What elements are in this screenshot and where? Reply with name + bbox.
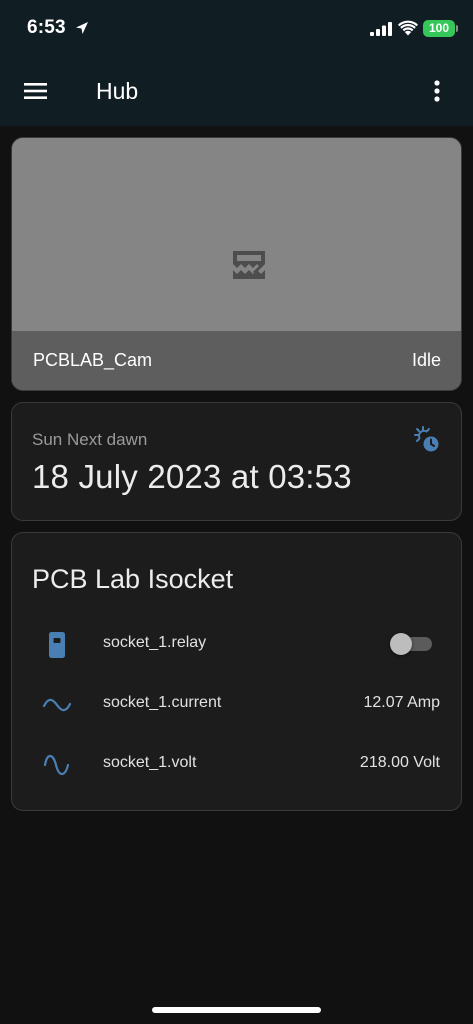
entity-row-volt[interactable]: socket_1.volt 218.00 Volt — [12, 738, 461, 790]
cellular-signal-icon — [370, 22, 392, 36]
page-title: Hub — [96, 78, 139, 104]
relay-toggle[interactable] — [390, 633, 434, 655]
entity-name: socket_1.current — [103, 694, 222, 711]
sun-next-dawn-card[interactable]: Sun Next dawn 18 July 2023 at 03:53 — [11, 402, 462, 521]
status-time: 6:53 — [27, 17, 66, 38]
screen: 6:53 100 Hub PCBLAB_Cam Idle Sun Next da… — [0, 0, 473, 1024]
entity-name: socket_1.relay — [103, 634, 207, 651]
battery-tip — [456, 25, 458, 32]
sun-label: Sun Next dawn — [32, 430, 148, 449]
wifi-icon — [398, 20, 418, 36]
entity-value: 218.00 Volt — [359, 754, 440, 771]
home-indicator[interactable] — [152, 1007, 321, 1013]
camera-name: PCBLAB_Cam — [33, 350, 153, 370]
entities-card: PCB Lab Isocket socket_1.relay socket_1.… — [11, 532, 462, 811]
sine-wave-icon — [43, 754, 70, 776]
camera-footer: PCBLAB_Cam Idle — [12, 331, 461, 390]
location-arrow-icon — [76, 22, 88, 34]
top-bar: 6:53 100 Hub — [0, 0, 473, 126]
status-bar: 6:53 100 — [0, 0, 473, 56]
menu-icon[interactable] — [20, 76, 50, 106]
entity-value: 12.07 Amp — [363, 694, 441, 711]
sun-value: 18 July 2023 at 03:53 — [32, 458, 352, 495]
power-socket-icon — [49, 632, 65, 658]
battery-icon: 100 — [423, 20, 455, 37]
broken-image-icon — [233, 251, 265, 279]
camera-card[interactable]: PCBLAB_Cam Idle — [11, 137, 462, 391]
current-ac-icon — [42, 698, 72, 712]
toggle-thumb — [390, 633, 412, 655]
entity-row-relay[interactable]: socket_1.relay — [12, 618, 461, 670]
entity-row-current[interactable]: socket_1.current 12.07 Amp — [12, 678, 461, 730]
sun-clock-icon — [414, 426, 439, 452]
overflow-menu-icon[interactable] — [424, 76, 450, 106]
camera-image-placeholder — [12, 138, 461, 331]
app-bar: Hub — [0, 56, 473, 126]
card-title: PCB Lab Isocket — [32, 564, 234, 594]
camera-state: Idle — [411, 350, 441, 370]
entity-name: socket_1.volt — [103, 754, 197, 771]
